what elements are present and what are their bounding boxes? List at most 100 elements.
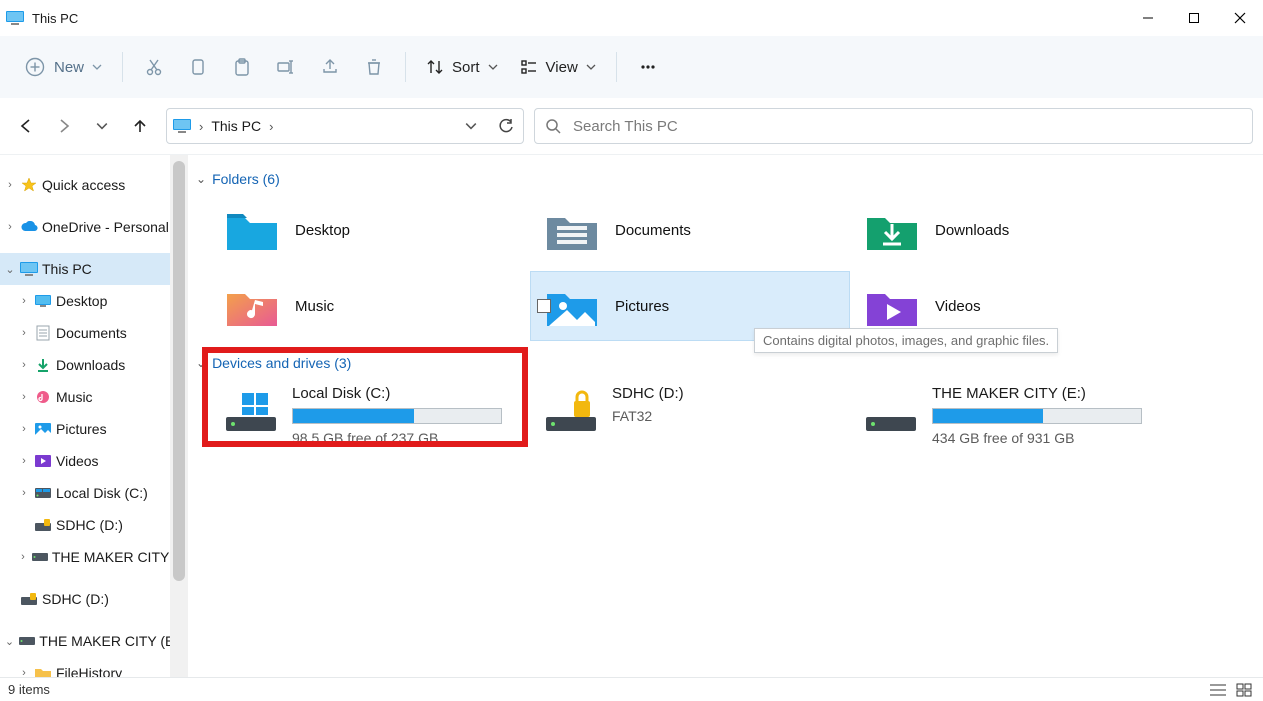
chevron-down-icon: ⌄ <box>196 356 206 370</box>
documents-folder-icon <box>545 208 599 252</box>
tree-maker[interactable]: ›THE MAKER CITY (E:) <box>0 541 170 573</box>
chevron-down-icon <box>586 62 596 72</box>
search-input[interactable] <box>571 117 1242 136</box>
videos-folder-icon <box>865 284 919 328</box>
drive-icon <box>864 389 918 433</box>
chevron-right-icon[interactable]: › <box>4 221 16 233</box>
pictures-folder-icon <box>545 284 599 328</box>
tree-music[interactable]: ›Music <box>0 381 170 413</box>
back-button[interactable] <box>16 116 36 136</box>
new-label: New <box>54 59 84 76</box>
search-bar[interactable] <box>534 108 1253 144</box>
folder-music[interactable]: Music <box>210 271 530 341</box>
tree-onedrive[interactable]: › OneDrive - Personal <box>0 211 170 243</box>
minimize-button[interactable] <box>1125 2 1171 34</box>
folder-icon <box>34 664 52 677</box>
cut-icon[interactable] <box>143 56 165 78</box>
pc-icon <box>20 260 38 278</box>
toolbar: New Sort View <box>0 36 1263 98</box>
nav-row: › This PC › <box>0 98 1263 154</box>
downloads-folder-icon <box>865 208 919 252</box>
recent-button[interactable] <box>92 116 112 136</box>
tree-pictures[interactable]: ›Pictures <box>0 413 170 445</box>
pc-icon <box>6 11 24 25</box>
up-button[interactable] <box>130 116 150 136</box>
tooltip: Contains digital photos, images, and gra… <box>754 328 1058 353</box>
chevron-down-icon <box>488 62 498 72</box>
picture-icon <box>34 420 52 438</box>
usage-bar <box>292 408 502 424</box>
refresh-button[interactable] <box>497 117 515 135</box>
view-button[interactable]: View <box>520 58 596 76</box>
video-icon <box>34 452 52 470</box>
drive-d[interactable]: SDHC (D:) FAT32 <box>530 379 850 452</box>
content-pane: ⌄ Folders (6) Desktop Documents Download… <box>188 155 1263 677</box>
rename-icon[interactable] <box>275 56 297 78</box>
more-button[interactable] <box>637 56 659 78</box>
address-bar[interactable]: › This PC › <box>166 108 524 144</box>
desktop-folder-icon <box>225 208 279 252</box>
chevron-right-icon[interactable]: › <box>199 119 203 134</box>
copy-icon[interactable] <box>187 56 209 78</box>
usage-bar <box>932 408 1142 424</box>
tree-desktop[interactable]: ›Desktop <box>0 285 170 317</box>
sort-icon <box>426 58 444 76</box>
folder-desktop[interactable]: Desktop <box>210 195 530 265</box>
checkbox[interactable] <box>537 299 551 313</box>
tree-local-disk[interactable]: ›Local Disk (C:) <box>0 477 170 509</box>
tree-quick-access[interactable]: › Quick access <box>0 169 170 201</box>
drive-c[interactable]: Local Disk (C:) 98.5 GB free of 237 GB <box>210 379 530 452</box>
drive-lock-icon <box>34 516 52 534</box>
tree-maker-root[interactable]: ⌄THE MAKER CITY (E:) <box>0 625 170 657</box>
group-folders[interactable]: ⌄ Folders (6) <box>196 171 1253 187</box>
drive-lock-icon <box>20 590 38 608</box>
drive-lock-icon <box>544 389 598 433</box>
share-icon[interactable] <box>319 56 341 78</box>
cloud-icon <box>20 218 38 236</box>
group-drives[interactable]: ⌄ Devices and drives (3) <box>196 355 1253 371</box>
tree-filehistory[interactable]: ›FileHistory <box>0 657 170 677</box>
folder-documents[interactable]: Documents <box>530 195 850 265</box>
sort-button[interactable]: Sort <box>426 58 498 76</box>
view-icon <box>520 58 538 76</box>
maximize-button[interactable] <box>1171 2 1217 34</box>
chevron-down-icon: ⌄ <box>196 172 206 186</box>
drive-e[interactable]: THE MAKER CITY (E:) 434 GB free of 931 G… <box>850 379 1170 452</box>
address-dropdown[interactable] <box>465 120 477 132</box>
document-icon <box>34 324 52 342</box>
status-bar: 9 items <box>0 677 1263 701</box>
search-icon <box>545 118 561 134</box>
tree-sdhc-root[interactable]: SDHC (D:) <box>0 583 170 615</box>
tree-documents[interactable]: ›Documents <box>0 317 170 349</box>
titlebar: This PC <box>0 0 1263 36</box>
tree-videos[interactable]: ›Videos <box>0 445 170 477</box>
window-title: This PC <box>32 11 78 26</box>
music-folder-icon <box>225 284 279 328</box>
forward-button[interactable] <box>54 116 74 136</box>
chevron-down-icon[interactable]: ⌄ <box>4 263 16 276</box>
drive-windows-icon <box>224 389 278 433</box>
nav-tree: › Quick access › OneDrive - Personal ⌄ T… <box>0 155 170 677</box>
drive-icon <box>19 632 35 650</box>
tree-scrollbar[interactable] <box>170 155 188 677</box>
item-count: 9 items <box>8 682 50 697</box>
drive-icon <box>34 484 52 502</box>
tree-this-pc[interactable]: ⌄ This PC <box>0 253 170 285</box>
download-icon <box>34 356 52 374</box>
chevron-right-icon[interactable]: › <box>4 179 16 191</box>
star-icon <box>20 176 38 194</box>
details-view-button[interactable] <box>1207 681 1229 699</box>
pc-icon <box>173 119 191 133</box>
chevron-right-icon[interactable]: › <box>269 119 273 134</box>
music-icon <box>34 388 52 406</box>
close-button[interactable] <box>1217 2 1263 34</box>
tiles-view-button[interactable] <box>1233 681 1255 699</box>
new-button[interactable]: New <box>24 56 102 78</box>
tree-sdhc[interactable]: SDHC (D:) <box>0 509 170 541</box>
plus-circle-icon <box>24 56 46 78</box>
tree-downloads[interactable]: ›Downloads <box>0 349 170 381</box>
folder-downloads[interactable]: Downloads <box>850 195 1170 265</box>
paste-icon[interactable] <box>231 56 253 78</box>
breadcrumb[interactable]: This PC <box>211 118 261 134</box>
delete-icon[interactable] <box>363 56 385 78</box>
